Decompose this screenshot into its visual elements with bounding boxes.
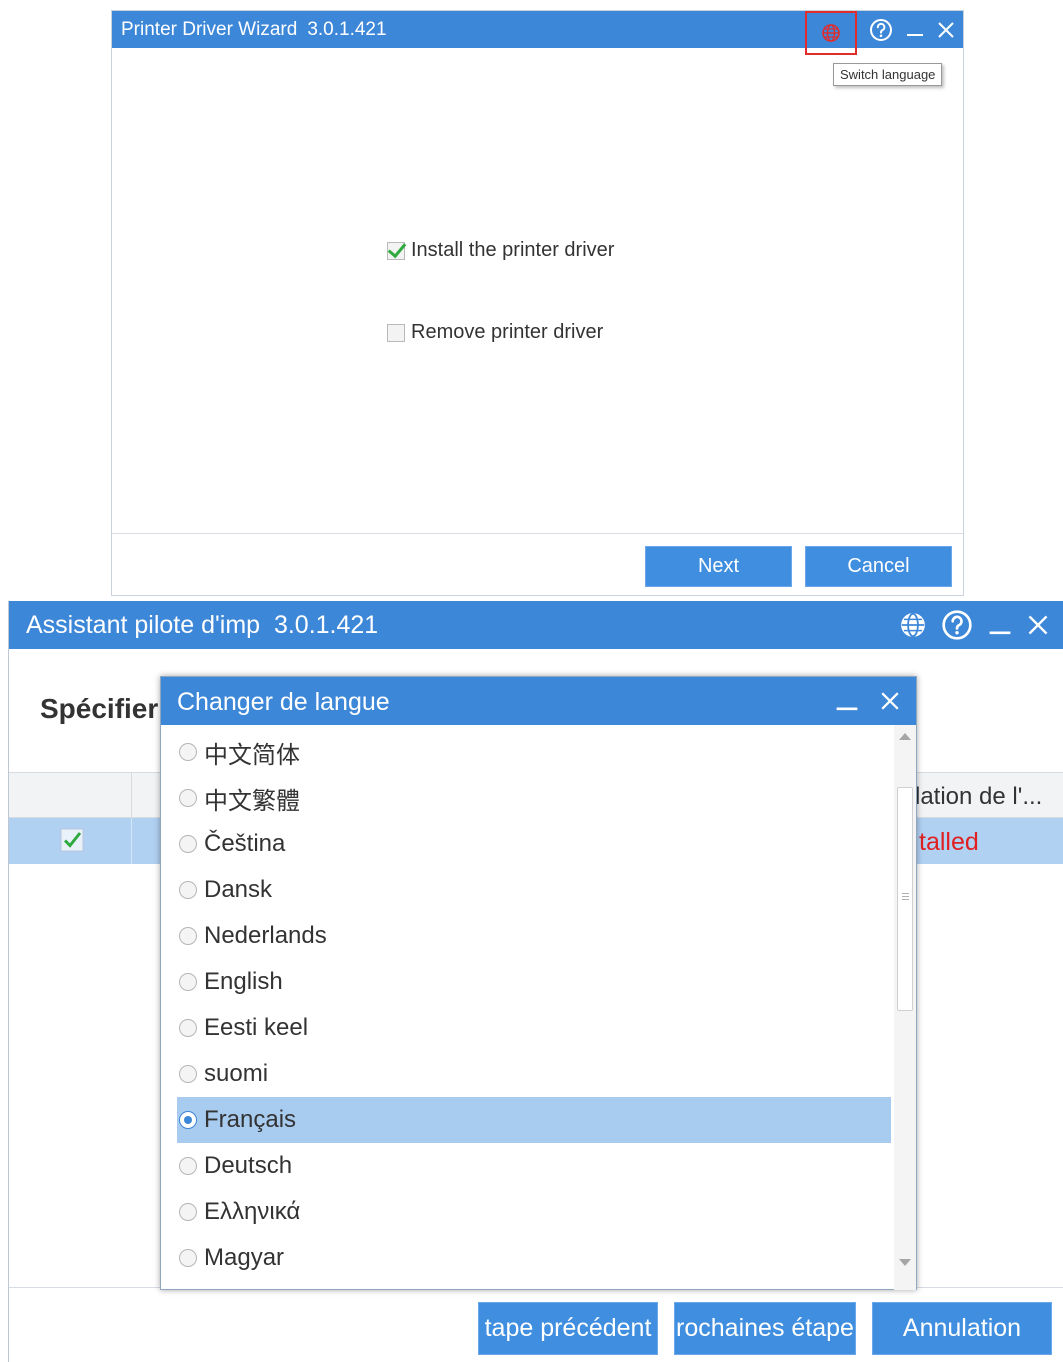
language-radio[interactable] bbox=[179, 1065, 197, 1083]
install-driver-option[interactable]: Install the printer driver bbox=[387, 239, 614, 262]
switch-language-tooltip: Switch language bbox=[833, 63, 943, 86]
globe-icon bbox=[901, 612, 925, 638]
language-option[interactable]: English bbox=[177, 959, 891, 1005]
dialog-title-controls bbox=[834, 677, 900, 725]
language-radio[interactable] bbox=[179, 973, 197, 991]
window1-footer-divider bbox=[112, 533, 963, 534]
switch-language-button[interactable] bbox=[805, 10, 857, 55]
table-header-status: lation de l'... bbox=[915, 783, 1043, 810]
language-option[interactable]: suomi bbox=[177, 1051, 891, 1097]
next-button[interactable]: Next bbox=[645, 546, 792, 587]
language-label: Deutsch bbox=[204, 1152, 293, 1179]
checkmark-icon[interactable] bbox=[60, 828, 84, 852]
language-label: 中文简体 bbox=[204, 741, 300, 769]
dialog-titlebar: Changer de langue bbox=[161, 677, 916, 725]
language-label: Français bbox=[204, 1106, 297, 1133]
help-icon bbox=[942, 610, 972, 640]
language-radio[interactable] bbox=[179, 1019, 197, 1037]
minimize-icon bbox=[836, 707, 858, 711]
language-radio[interactable] bbox=[179, 835, 197, 853]
minimize-icon bbox=[989, 631, 1011, 635]
dialog-close-button[interactable] bbox=[880, 691, 900, 711]
language-radio[interactable] bbox=[179, 789, 197, 807]
dialog-title: Changer de langue bbox=[177, 688, 390, 716]
language-option[interactable]: Čeština bbox=[177, 821, 891, 867]
language-label: suomi bbox=[204, 1060, 269, 1087]
help-icon bbox=[870, 18, 892, 41]
annulation-button[interactable]: Annulation bbox=[872, 1302, 1052, 1355]
language-label: Nederlands bbox=[204, 922, 327, 949]
language-option-selected[interactable]: Français bbox=[177, 1097, 891, 1143]
window2-version: 3.0.1.421 bbox=[273, 611, 379, 639]
next-step-button[interactable]: rochaines étape bbox=[674, 1302, 856, 1355]
close-button[interactable] bbox=[937, 21, 955, 39]
language-radio[interactable] bbox=[179, 881, 197, 899]
dialog-minimize-button[interactable] bbox=[834, 688, 860, 714]
scrollbar-grip-icon bbox=[902, 893, 909, 894]
scroll-up-arrow-icon[interactable] bbox=[899, 733, 911, 740]
language-radio[interactable] bbox=[179, 927, 197, 945]
language-option[interactable]: Ελληνικά bbox=[177, 1189, 891, 1235]
language-radio[interactable] bbox=[179, 1249, 197, 1267]
language-option[interactable]: Magyar bbox=[177, 1235, 891, 1281]
language-radio[interactable] bbox=[179, 743, 197, 761]
remove-driver-checkbox[interactable] bbox=[387, 323, 405, 342]
language-radio[interactable] bbox=[179, 1203, 197, 1221]
remove-driver-label: Remove printer driver bbox=[411, 321, 604, 343]
close-icon bbox=[881, 692, 899, 710]
cancel-button[interactable]: Cancel bbox=[805, 546, 952, 587]
table-row-status: talled bbox=[919, 828, 979, 856]
help-button[interactable] bbox=[941, 609, 973, 641]
language-option[interactable]: 中文繁體 bbox=[177, 775, 891, 821]
window2-title-controls bbox=[899, 601, 1049, 649]
change-language-dialog: Changer de langue 中文简体 中文繁體 Čeština Dans… bbox=[160, 676, 917, 1290]
language-option[interactable]: Nederlands bbox=[177, 913, 891, 959]
table-column-divider bbox=[131, 773, 132, 817]
language-radio[interactable] bbox=[179, 1157, 197, 1175]
printer-driver-wizard-window: Printer Driver Wizard 3.0.1.421 Switch l… bbox=[111, 10, 964, 596]
language-option[interactable]: Eesti keel bbox=[177, 1005, 891, 1051]
language-option[interactable]: Deutsch bbox=[177, 1143, 891, 1189]
install-driver-label: Install the printer driver bbox=[411, 239, 615, 261]
minimize-button[interactable] bbox=[905, 20, 925, 40]
language-option[interactable]: Dansk bbox=[177, 867, 891, 913]
window1-title-text: Printer Driver Wizard bbox=[121, 19, 298, 40]
install-driver-checkbox[interactable] bbox=[387, 241, 405, 260]
minimize-icon bbox=[907, 33, 923, 36]
window1-title: Printer Driver Wizard 3.0.1.421 bbox=[121, 19, 387, 41]
window1-version: 3.0.1.421 bbox=[307, 19, 387, 40]
window1-title-controls bbox=[805, 10, 955, 55]
window2-titlebar: Assistant pilote d'imp 3.0.1.421 bbox=[9, 601, 1063, 649]
language-label: English bbox=[204, 968, 283, 995]
language-label: Magyar bbox=[204, 1244, 285, 1271]
language-label: Eesti keel bbox=[204, 1014, 309, 1041]
window1-titlebar: Printer Driver Wizard 3.0.1.421 bbox=[112, 10, 963, 55]
language-option[interactable]: 中文简体 bbox=[177, 729, 891, 775]
language-radio-selected[interactable] bbox=[179, 1111, 197, 1129]
close-button[interactable] bbox=[1027, 614, 1049, 636]
language-button[interactable] bbox=[899, 611, 927, 639]
language-list-scrollbar[interactable] bbox=[894, 725, 916, 1290]
minimize-button[interactable] bbox=[987, 612, 1013, 638]
page-heading: Spécifier bbox=[40, 693, 159, 724]
table-column-divider bbox=[131, 818, 132, 864]
help-button[interactable] bbox=[869, 18, 893, 42]
remove-driver-option[interactable]: Remove printer driver bbox=[387, 321, 603, 344]
globe-icon bbox=[822, 23, 840, 42]
scroll-down-arrow-icon[interactable] bbox=[899, 1259, 911, 1266]
language-label: Čeština bbox=[204, 830, 286, 857]
language-list[interactable]: 中文简体 中文繁體 Čeština Dansk Nederlands Engli… bbox=[161, 729, 894, 1287]
window2-title-text: Assistant pilote d'imp bbox=[26, 611, 261, 639]
close-icon bbox=[938, 21, 954, 38]
previous-step-button[interactable]: tape précédent bbox=[478, 1302, 658, 1355]
close-icon bbox=[1028, 615, 1048, 635]
language-label: Dansk bbox=[204, 876, 273, 903]
window2-title: Assistant pilote d'imp 3.0.1.421 bbox=[26, 611, 378, 640]
scrollbar-thumb[interactable] bbox=[897, 787, 913, 1011]
language-label: 中文繁體 bbox=[204, 787, 300, 815]
language-label: Ελληνικά bbox=[204, 1198, 301, 1225]
